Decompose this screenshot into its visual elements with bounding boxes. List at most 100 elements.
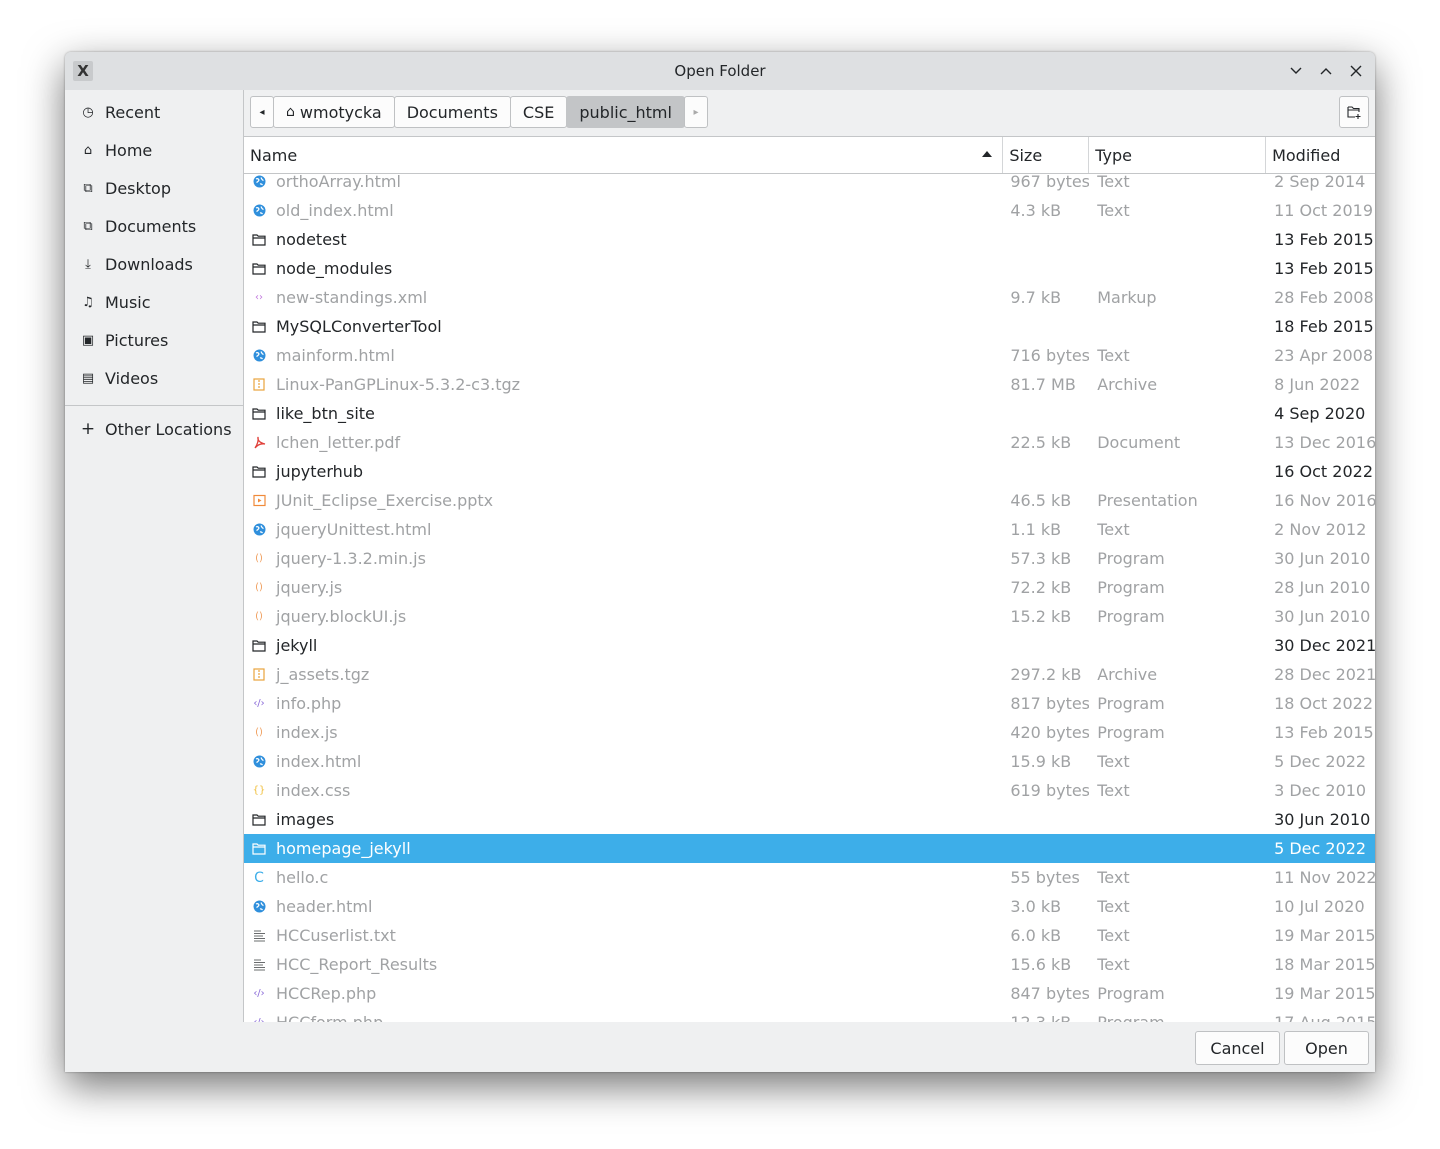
file-row[interactable]: HCC_Report_Results 15.6 kB Text 18 Mar 2015 xyxy=(244,950,1375,979)
modified-cell: 17 Aug 2015 xyxy=(1266,1013,1375,1022)
type-cell: Text xyxy=(1097,346,1130,365)
file-name: HCCform.php xyxy=(276,1013,383,1022)
folder-row[interactable]: images 30 Jun 2010 xyxy=(244,805,1375,834)
file-row[interactable]: Chello.c 55 bytes Text 11 Nov 2022 xyxy=(244,863,1375,892)
path-forward-button[interactable]: ▸ xyxy=(683,96,708,128)
folder-icon xyxy=(252,233,266,247)
folder-row[interactable]: jekyll 30 Dec 2021 xyxy=(244,631,1375,660)
crumb-cse[interactable]: CSE xyxy=(509,96,568,128)
modified-cell: 3 Dec 2010 xyxy=(1274,781,1367,800)
folder-icon xyxy=(252,320,266,334)
modified-cell: 18 Oct 2022 xyxy=(1274,694,1373,713)
file-list[interactable]: Name Size Type Modified orthoArray.html 9… xyxy=(243,136,1375,1022)
modified-cell: 11 Oct 2019 xyxy=(1274,201,1373,220)
file-name: new-standings.xml xyxy=(276,288,428,307)
file-row[interactable]: ‹› new-standings.xml 9.7 kB Markup 28 Feb 20… xyxy=(244,283,1375,312)
sort-ascending-icon xyxy=(982,151,993,157)
modified-cell: 13 Feb 2015 xyxy=(1274,723,1374,742)
file-row[interactable]: mainform.html 716 bytes Text 23 Apr 2008 xyxy=(244,341,1375,370)
sidebar-item-music[interactable]: ♫ Music xyxy=(65,283,243,321)
type-cell: Program xyxy=(1097,723,1165,742)
sidebar-item-pictures[interactable]: ▣ Pictures xyxy=(65,321,243,359)
folder-icon: ⧉ xyxy=(83,218,93,234)
file-name: homepage_jekyll xyxy=(276,839,411,858)
file-row[interactable]: header.html 3.0 kB Text 10 Jul 2020 xyxy=(244,892,1375,921)
size-cell: 1.1 kB xyxy=(1010,520,1062,539)
modified-cell: 10 Jul 2020 xyxy=(1274,897,1365,916)
cancel-button[interactable]: Cancel xyxy=(1195,1031,1280,1065)
file-row[interactable]: HCCuserlist.txt 6.0 kB Text 19 Mar 2015 xyxy=(244,921,1375,950)
modified-cell: 28 Jun 2010 xyxy=(1274,578,1371,597)
file-row[interactable]: {} index.css 619 bytes Text 3 Dec 2010 xyxy=(244,776,1375,805)
file-row[interactable]: () jquery.js 72.2 kB Program 28 Jun 2010 xyxy=(244,573,1375,602)
title-bar[interactable]: X Open Folder xyxy=(65,52,1375,90)
column-type-header[interactable]: Type xyxy=(1089,137,1267,173)
type-cell: Program xyxy=(1097,549,1165,568)
path-back-button[interactable]: ◂ xyxy=(250,96,274,128)
file-name: header.html xyxy=(276,897,373,916)
sidebar-item-documents[interactable]: ⧉ Documents xyxy=(65,207,243,245)
file-name: info.php xyxy=(276,694,342,713)
name-cell: HCCuserlist.txt xyxy=(244,926,1003,945)
sidebar-item-videos[interactable]: ▤ Videos xyxy=(65,359,243,397)
folder-row[interactable]: jupyterhub 16 Oct 2022 xyxy=(244,457,1375,486)
file-row[interactable]: index.html 15.9 kB Text 5 Dec 2022 xyxy=(244,747,1375,776)
chevron-right-icon: ▸ xyxy=(693,106,699,118)
file-row[interactable]: () index.js 420 bytes Program 13 Feb 2015 xyxy=(244,718,1375,747)
open-button[interactable]: Open xyxy=(1284,1031,1369,1065)
modified-cell: 13 Feb 2015 xyxy=(1274,230,1374,249)
modified-cell: 2 Nov 2012 xyxy=(1274,520,1367,539)
crumb-home[interactable]: ⌂ wmotycka xyxy=(273,96,395,128)
file-row[interactable]: ‹/›HCCform.php12.3 kBProgram17 Aug 2015 xyxy=(244,1008,1375,1022)
folder-row[interactable]: node_modules 13 Feb 2015 xyxy=(244,254,1375,283)
folder-row[interactable]: nodetest 13 Feb 2015 xyxy=(244,225,1375,254)
maximize-button[interactable] xyxy=(1315,60,1337,82)
stylesheet-icon: {} xyxy=(252,785,266,796)
crumb-public-html[interactable]: public_html xyxy=(566,96,685,128)
presentation-icon xyxy=(252,494,266,508)
file-row[interactable]: lchen_letter.pdf 22.5 kB Document 13 Dec 20… xyxy=(244,428,1375,457)
c-source-icon: C xyxy=(254,869,264,886)
file-row[interactable]: old_index.html 4.3 kB Text 11 Oct 2019 xyxy=(244,196,1375,225)
sidebar-item-desktop[interactable]: ⧉ Desktop xyxy=(65,169,243,207)
column-modified-header[interactable]: Modified xyxy=(1266,137,1375,173)
type-cell: Text xyxy=(1097,955,1130,974)
file-row[interactable]: ‹/› HCCRep.php 847 bytes Program 19 Mar 2015 xyxy=(244,979,1375,1008)
file-row[interactable]: j_assets.tgz 297.2 kB Archive 28 Dec 2021 xyxy=(244,660,1375,689)
column-name-header[interactable]: Name xyxy=(244,137,1004,173)
name-cell: old_index.html xyxy=(244,201,1003,220)
column-label: Type xyxy=(1095,145,1132,165)
name-cell: ‹› new-standings.xml xyxy=(244,288,1003,307)
file-row[interactable]: () jquery.blockUI.js 15.2 kB Program 30 Jun … xyxy=(244,602,1375,631)
file-name: jupyterhub xyxy=(276,462,364,481)
folder-row[interactable]: homepage_jekyll 5 Dec 2022 xyxy=(244,834,1375,863)
file-row[interactable]: jqueryUnittest.html 1.1 kB Text 2 Nov 2012 xyxy=(244,515,1375,544)
type-cell: Program xyxy=(1089,1013,1266,1022)
folder-row[interactable]: like_btn_site 4 Sep 2020 xyxy=(244,399,1375,428)
close-button[interactable] xyxy=(1345,60,1367,82)
name-cell: jupyterhub xyxy=(244,462,1003,481)
type-cell: Archive xyxy=(1097,375,1158,394)
type-cell: Text xyxy=(1097,520,1130,539)
column-size-header[interactable]: Size xyxy=(1003,137,1090,173)
size-cell: 297.2 kB xyxy=(1010,665,1082,684)
file-row[interactable]: JUnit_Eclipse_Exercise.pptx 46.5 kB Presen… xyxy=(244,486,1375,515)
file-row[interactable]: () jquery-1.3.2.min.js 57.3 kB Program 30 Ju… xyxy=(244,544,1375,573)
folder-row[interactable]: MySQLConverterTool 18 Feb 2015 xyxy=(244,312,1375,341)
clock-icon: ◷ xyxy=(82,104,94,120)
crumb-documents[interactable]: Documents xyxy=(393,96,511,128)
sidebar-item-downloads[interactable]: ⤓ Downloads xyxy=(65,245,243,283)
size-cell: 716 bytes xyxy=(1010,346,1090,365)
file-row[interactable]: Linux-PanGPLinux-5.3.2-c3.tgz 81.7 MB Arch… xyxy=(244,370,1375,399)
name-cell: images xyxy=(244,810,1003,829)
name-cell: () jquery-1.3.2.min.js xyxy=(244,549,1003,568)
modified-cell: 30 Jun 2010 xyxy=(1274,810,1371,829)
file-name: HCCuserlist.txt xyxy=(276,926,396,945)
sidebar-item-home[interactable]: ⌂ Home xyxy=(65,131,243,169)
new-folder-button[interactable] xyxy=(1339,96,1369,128)
sidebar-item-recent[interactable]: ◷ Recent xyxy=(65,93,243,131)
file-row[interactable]: ‹/› info.php 817 bytes Program 18 Oct 2022 xyxy=(244,689,1375,718)
sidebar-item-other-locations[interactable]: + Other Locations xyxy=(65,410,243,448)
minimize-button[interactable] xyxy=(1285,60,1307,82)
size-cell: 15.9 kB xyxy=(1010,752,1072,771)
